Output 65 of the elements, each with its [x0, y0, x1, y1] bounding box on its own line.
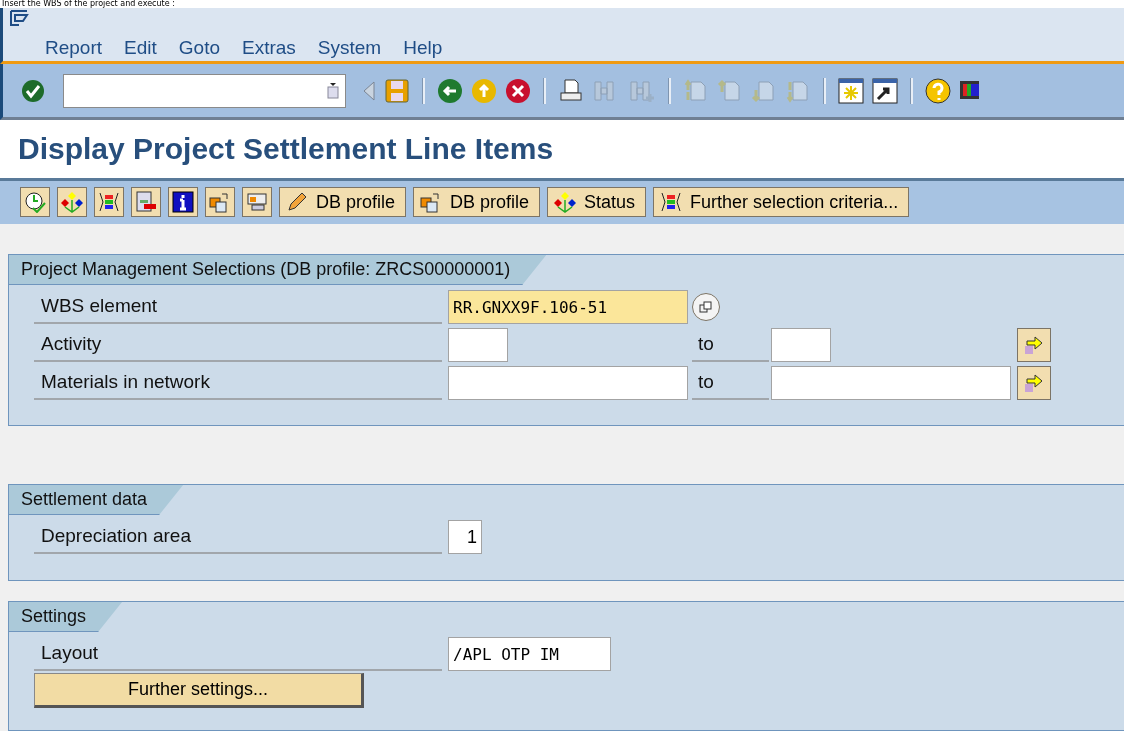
- toolbar-button[interactable]: Status: [547, 187, 647, 218]
- info-button[interactable]: [168, 187, 198, 218]
- menu-item[interactable]: Extras: [242, 37, 296, 59]
- group-title: Settings: [9, 602, 123, 632]
- colored-bars-icon: [98, 191, 120, 214]
- cancel-icon: [505, 77, 531, 104]
- help-icon: [925, 77, 951, 104]
- clock-check-icon: [24, 191, 46, 214]
- screen-icon: [246, 191, 268, 214]
- first-page-icon: [683, 77, 709, 104]
- pencil-icon: [286, 191, 308, 214]
- to-label: to: [692, 366, 769, 400]
- group-title: Project Management Selections (DB profile: ZRCS00000001): [9, 255, 547, 285]
- input-field[interactable]: /APL OTP IM: [448, 637, 611, 671]
- command-field[interactable]: [63, 73, 346, 108]
- field-label: Layout: [34, 637, 442, 671]
- input-field[interactable]: [448, 366, 688, 400]
- multiple-selection-button[interactable]: [1017, 366, 1051, 400]
- menu-icon[interactable]: [9, 9, 29, 27]
- printer-icon: [558, 77, 584, 104]
- toolbar-button[interactable]: DB profile: [279, 187, 407, 218]
- diamond-tree-icon: [554, 191, 577, 214]
- field-label: WBS element: [34, 290, 442, 324]
- execute-button[interactable]: [20, 187, 50, 218]
- menu-item[interactable]: System: [317, 37, 382, 59]
- arrow-right-icon: [1023, 372, 1045, 394]
- field-label: Materials in network: [34, 366, 442, 400]
- input-field[interactable]: [771, 328, 831, 362]
- toolbar-button[interactable]: DB profile: [413, 187, 541, 218]
- multiple-selection-icon[interactable]: [692, 293, 720, 321]
- caption-text: Insert the WBS of the project and execute :: [0, 0, 1124, 8]
- shortcut-icon: [872, 77, 898, 104]
- menu-item[interactable]: Help: [403, 37, 443, 59]
- page-title: Display Project Settlement Line Items: [18, 132, 554, 167]
- field-label: Depreciation area: [34, 520, 442, 554]
- multiple-selection-button[interactable]: [1017, 328, 1051, 362]
- copy-button[interactable]: [205, 187, 235, 218]
- variant-button[interactable]: [131, 187, 161, 218]
- checkmark-icon: [21, 78, 45, 103]
- status-button[interactable]: [57, 187, 87, 218]
- colored-bars-icon: [660, 191, 683, 214]
- menu-item[interactable]: Goto: [178, 37, 220, 59]
- menu-item[interactable]: Report: [45, 37, 103, 59]
- form-icon: [135, 191, 157, 214]
- input-field[interactable]: [448, 328, 508, 362]
- toolbar-button[interactable]: Further selection criteria...: [653, 187, 910, 218]
- back-icon: [437, 77, 463, 104]
- group-title: Settlement data: [9, 485, 184, 515]
- triangle-left-icon: [362, 79, 376, 102]
- arrow-right-icon: [1023, 334, 1045, 356]
- info-icon: [172, 191, 194, 214]
- selection-criteria-button[interactable]: [94, 187, 124, 218]
- input-field[interactable]: [771, 366, 1011, 400]
- new-session-icon: [838, 77, 864, 104]
- input-field[interactable]: RR.GNXX9F.106-51: [448, 290, 688, 324]
- dropdown-icon[interactable]: [327, 82, 339, 99]
- copy-icon: [209, 191, 231, 214]
- menu-item[interactable]: Edit: [124, 37, 157, 59]
- layout-button[interactable]: [242, 187, 272, 218]
- further-settings-button[interactable]: Further settings...: [34, 673, 364, 708]
- field-label: Activity: [34, 328, 442, 362]
- previous-page-icon: [717, 77, 743, 104]
- diamond-tree-icon: [61, 191, 83, 214]
- to-label: to: [692, 328, 769, 362]
- input-field[interactable]: 1: [448, 520, 482, 554]
